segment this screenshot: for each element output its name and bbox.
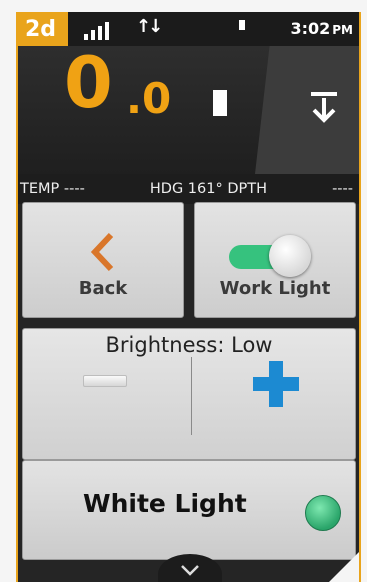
signal-strength-icon bbox=[84, 22, 109, 40]
depth-readout: ---- bbox=[332, 181, 353, 197]
mode-badge: 2d bbox=[18, 12, 68, 46]
back-button[interactable]: Back bbox=[22, 202, 184, 318]
info-bar: TEMP ---- HDG 161° DPTH ---- bbox=[18, 174, 359, 204]
white-light-button[interactable]: White Light bbox=[22, 460, 356, 560]
brightness-label: Brightness: Low bbox=[105, 333, 273, 357]
download-button[interactable] bbox=[255, 46, 359, 174]
clock: 3:02 PM bbox=[290, 19, 353, 38]
speed-integer: 0 bbox=[64, 42, 113, 124]
brightness-control: Brightness: Low bbox=[22, 328, 356, 460]
download-to-line-icon bbox=[311, 92, 337, 123]
heading-readout: HDG 161° DPTH bbox=[149, 181, 267, 197]
speed-decimal: .0 bbox=[126, 74, 172, 123]
work-light-label: Work Light bbox=[219, 278, 331, 299]
battery-icon bbox=[239, 20, 245, 30]
toggle-knob bbox=[269, 235, 311, 277]
back-button-label: Back bbox=[78, 278, 128, 299]
brightness-increase-button[interactable] bbox=[253, 361, 299, 407]
work-light-button[interactable]: Work Light bbox=[194, 202, 356, 318]
white-light-label: White Light bbox=[83, 489, 247, 518]
chevron-down-icon bbox=[181, 565, 199, 576]
device-screen: ↑↓ 3:02 PM 2d 0 .0 TEMP ---- HDG 161° DPT… bbox=[16, 12, 361, 582]
battery-level-icon bbox=[213, 90, 227, 116]
status-bar: ↑↓ 3:02 PM bbox=[18, 12, 359, 46]
chevron-left-icon bbox=[90, 232, 114, 272]
white-light-status-indicator bbox=[305, 495, 341, 531]
data-transfer-icon: ↑↓ bbox=[136, 16, 163, 37]
brightness-decrease-button[interactable] bbox=[83, 375, 127, 387]
corner-fold bbox=[329, 552, 359, 582]
clock-ampm: PM bbox=[332, 23, 353, 37]
temp-readout: TEMP ---- bbox=[20, 181, 85, 197]
brightness-divider bbox=[191, 357, 192, 435]
clock-time: 3:02 bbox=[290, 19, 331, 38]
